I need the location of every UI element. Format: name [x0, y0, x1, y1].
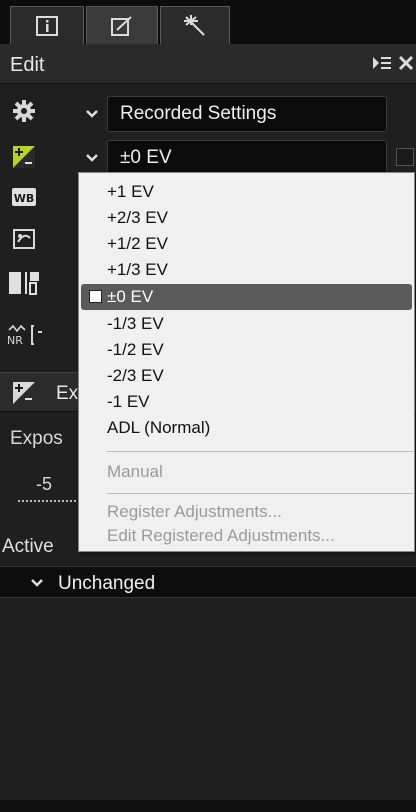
menu-item-label: +2/3 EV [107, 208, 168, 227]
recorded-settings-select[interactable]: Recorded Settings [107, 96, 387, 132]
exposure-compensation-select[interactable]: ±0 EV [107, 140, 387, 176]
menu-separator [107, 493, 413, 494]
menu-separator [107, 451, 413, 452]
svg-text:WB: WB [14, 192, 35, 205]
menu-item-plus1-3[interactable]: +1/3 EV [79, 257, 414, 283]
menu-item-label: +1/2 EV [107, 234, 168, 253]
active-d-lighting-value: Unchanged [58, 573, 156, 594]
slider-min-label: -5 [36, 474, 53, 494]
menu-item-edit-registered-adjustments: Edit Registered Adjustments... [79, 523, 414, 549]
bottom-bar [0, 800, 416, 812]
menu-item-minus1[interactable]: -1 EV [79, 389, 414, 415]
menu-item-label: Manual [107, 462, 163, 481]
menu-item-label: ADL (Normal) [107, 418, 211, 437]
menu-item-minus1-3[interactable]: -1/3 EV [79, 311, 414, 337]
menu-item-label: +1/3 EV [107, 260, 168, 279]
white-balance-icon[interactable]: WB [10, 184, 38, 210]
active-d-lighting-select[interactable]: Unchanged [0, 566, 416, 598]
gear-icon[interactable] [10, 98, 38, 124]
selected-check-icon [89, 290, 102, 303]
menu-item-label: ±0 EV [107, 287, 154, 306]
edit-title: Edit [10, 54, 45, 76]
picture-control-icon[interactable] [10, 226, 38, 252]
tab-auto-retouch[interactable] [160, 6, 230, 44]
info-icon [36, 15, 58, 36]
menu-item-label: -1 EV [107, 392, 150, 411]
tab-bar [0, 0, 416, 44]
exposure-compensation-icon[interactable] [10, 144, 38, 170]
menu-item-label: Edit Registered Adjustments... [107, 526, 335, 545]
recorded-settings-dropdown-arrow[interactable] [80, 96, 104, 132]
exposure-compensation-value: ±0 EV [120, 147, 172, 168]
menu-item-label: -1/3 EV [107, 314, 164, 333]
menu-item-plus1-2[interactable]: +1/2 EV [79, 231, 414, 257]
menu-item-register-adjustments: Register Adjustments... [79, 499, 414, 525]
menu-item-label: Register Adjustments... [107, 502, 282, 521]
exposure-enable-checkbox[interactable] [396, 148, 414, 166]
tab-info[interactable] [10, 6, 84, 44]
edit-panel-header: Edit [0, 44, 416, 84]
levels-curves-icon[interactable] [8, 270, 42, 296]
chevron-down-icon [86, 110, 98, 118]
exposure-dropdown-arrow[interactable] [80, 140, 104, 176]
panel-menu-icon[interactable] [372, 54, 392, 77]
menu-item-label: -2/3 EV [107, 366, 164, 385]
recorded-settings-value: Recorded Settings [120, 103, 277, 124]
menu-item-manual: Manual [79, 459, 414, 485]
exposure-label: Expos [10, 428, 63, 449]
menu-item-plus2-3[interactable]: +2/3 EV [79, 205, 414, 231]
active-d-lighting-label: Active [2, 536, 54, 557]
chevron-down-icon [86, 154, 98, 162]
menu-item-label: -1/2 EV [107, 340, 164, 359]
menu-item-plus1[interactable]: +1 EV [79, 179, 414, 205]
menu-item-minus2-3[interactable]: -2/3 EV [79, 363, 414, 389]
noise-reduction-icon[interactable]: NR [6, 322, 46, 348]
edit-adjust-icon [111, 15, 132, 36]
exposure-options-menu: +1 EV +2/3 EV +1/2 EV +1/3 EV ±0 EV -1/3… [78, 172, 415, 552]
menu-item-label: +1 EV [107, 182, 154, 201]
close-icon[interactable] [398, 54, 414, 77]
chevron-down-icon [30, 567, 44, 599]
section-title: Ex [56, 383, 79, 404]
magic-wand-icon [184, 14, 205, 36]
exposure-compensation-icon [12, 381, 36, 410]
svg-text:NR: NR [7, 334, 23, 347]
menu-item-adl-normal[interactable]: ADL (Normal) [79, 415, 414, 441]
menu-item-minus1-2[interactable]: -1/2 EV [79, 337, 414, 363]
tab-edit[interactable] [86, 6, 158, 44]
menu-item-zero[interactable]: ±0 EV [81, 284, 412, 310]
